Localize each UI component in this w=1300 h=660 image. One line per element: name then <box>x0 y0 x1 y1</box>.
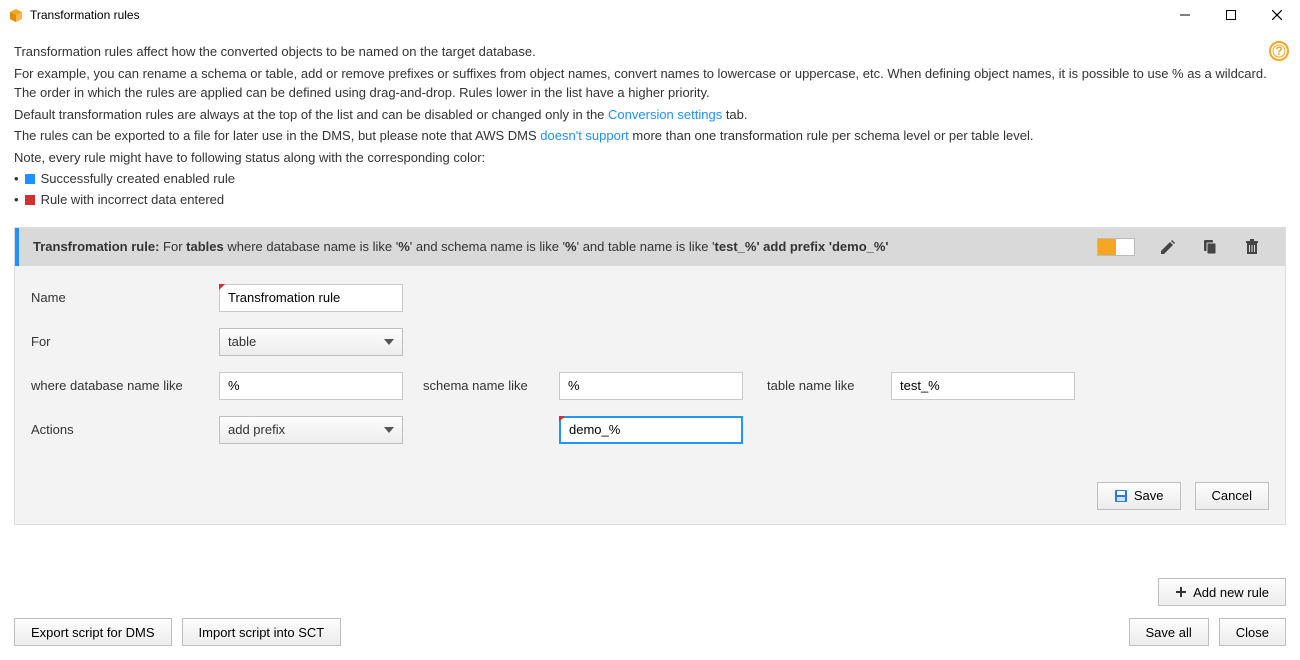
window-title: Transformation rules <box>30 8 140 22</box>
intro-line3: Default transformation rules are always … <box>14 105 1286 125</box>
cancel-button[interactable]: Cancel <box>1195 482 1269 510</box>
close-window-button[interactable] <box>1254 0 1300 30</box>
status-bullet-enabled: •Successfully created enabled rule <box>14 169 1286 190</box>
maximize-button[interactable] <box>1208 0 1254 30</box>
titlebar: Transformation rules <box>0 0 1300 30</box>
for-select[interactable]: table <box>219 328 403 356</box>
export-script-dms-button[interactable]: Export script for DMS <box>14 618 172 646</box>
action-argument-input[interactable] <box>559 416 743 444</box>
label-table-name: table name like <box>767 378 891 393</box>
status-swatch-red <box>25 195 35 205</box>
import-script-sct-button[interactable]: Import script into SCT <box>182 618 342 646</box>
rule-form: Name For table where database name like … <box>15 266 1285 472</box>
intro-text: Transformation rules affect how the conv… <box>14 42 1286 211</box>
table-name-input[interactable] <box>891 372 1075 400</box>
label-database-name: where database name like <box>31 378 219 393</box>
rule-header-text: Transfromation rule: For tables where da… <box>33 239 1097 254</box>
intro-line2: For example, you can rename a schema or … <box>14 64 1286 103</box>
save-icon <box>1114 489 1128 503</box>
status-swatch-blue <box>25 174 35 184</box>
doesnt-support-link[interactable]: doesn't support <box>540 128 629 143</box>
database-name-input[interactable] <box>219 372 403 400</box>
close-button[interactable]: Close <box>1219 618 1286 646</box>
label-for: For <box>31 334 219 349</box>
edit-icon[interactable] <box>1159 238 1177 256</box>
schema-name-input[interactable] <box>559 372 743 400</box>
delete-icon[interactable] <box>1243 238 1261 256</box>
label-name: Name <box>31 290 219 305</box>
actions-select[interactable]: add prefix <box>219 416 403 444</box>
name-input[interactable] <box>219 284 403 312</box>
rule-panel: Transfromation rule: For tables where da… <box>14 227 1286 525</box>
save-all-button[interactable]: Save all <box>1129 618 1209 646</box>
save-button[interactable]: Save <box>1097 482 1181 510</box>
help-icon[interactable]: ? <box>1268 40 1290 65</box>
add-new-rule-button[interactable]: Add new rule <box>1158 578 1286 606</box>
copy-icon[interactable] <box>1201 238 1219 256</box>
rule-header: Transfromation rule: For tables where da… <box>15 228 1285 266</box>
label-schema-name: schema name like <box>423 378 559 393</box>
intro-line4: The rules can be exported to a file for … <box>14 126 1286 146</box>
chevron-down-icon <box>384 427 394 433</box>
rule-enable-toggle[interactable] <box>1097 238 1135 256</box>
intro-line1: Transformation rules affect how the conv… <box>14 42 1286 62</box>
conversion-settings-link[interactable]: Conversion settings <box>608 107 722 122</box>
label-actions: Actions <box>31 422 219 437</box>
status-bullet-incorrect: •Rule with incorrect data entered <box>14 190 1286 211</box>
plus-icon <box>1175 586 1187 598</box>
intro-line5: Note, every rule might have to following… <box>14 148 1286 168</box>
content: ? Transformation rules affect how the co… <box>0 30 1300 660</box>
app-icon <box>8 7 24 23</box>
minimize-button[interactable] <box>1162 0 1208 30</box>
chevron-down-icon <box>384 339 394 345</box>
